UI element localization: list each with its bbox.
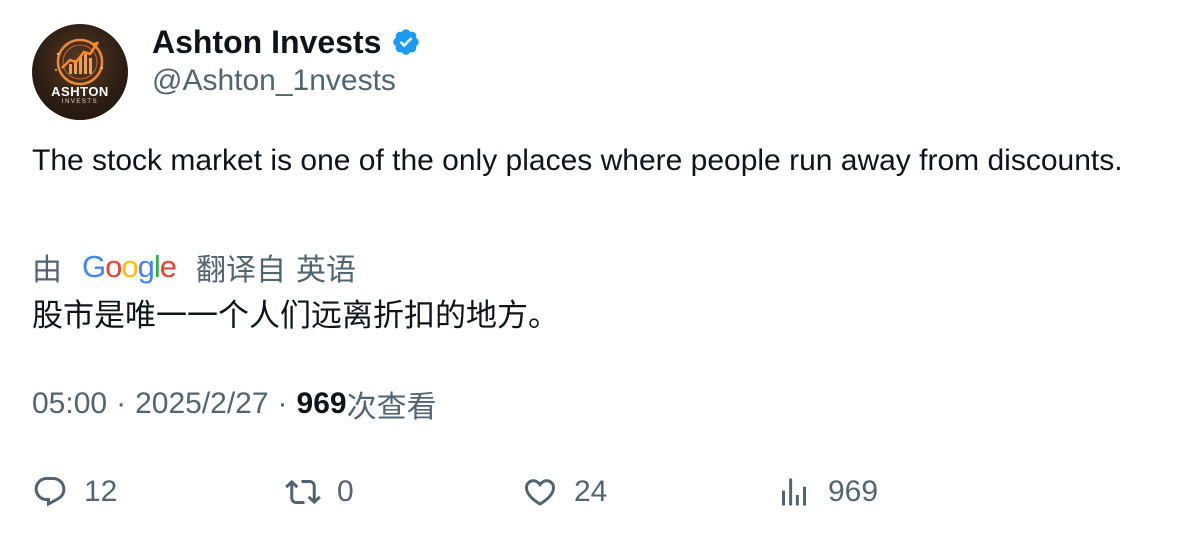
views-count: 969 [296, 387, 347, 420]
translation-source-language: 英语 [296, 253, 357, 288]
verified-badge-icon[interactable] [391, 27, 421, 57]
tweet-meta: 05:00 · 2025/2/27 · 969 次查看 [32, 384, 437, 425]
avatar[interactable]: ASHTON INVESTS [32, 24, 128, 120]
like-icon [524, 479, 556, 506]
tweet-date[interactable]: 2025/2/27 [135, 387, 268, 421]
translation-attribution: 由 Google 翻译自 英语 [32, 244, 356, 290]
author-name-text: Ashton Invests [152, 24, 382, 60]
translation-prefix: 由 [32, 253, 62, 288]
views-button[interactable]: 969 [776, 470, 878, 514]
reply-button[interactable]: 12 [32, 470, 117, 514]
tweet-text: The stock market is one of the only plac… [32, 144, 1123, 177]
author-display-name[interactable]: Ashton Invests [152, 22, 421, 62]
retweet-button[interactable]: 0 [285, 470, 354, 514]
reply-icon [34, 477, 66, 507]
retweet-count: 0 [337, 475, 354, 508]
avatar-logo-text: ASHTON [51, 84, 109, 99]
translation-label: 翻译自 [196, 253, 287, 288]
rising-chart-logo-icon [55, 38, 104, 86]
author-handle[interactable]: @Ashton_1nvests [152, 62, 396, 100]
tweet-card: ASHTON INVESTS Ashton Invests @Ashton_1n… [0, 0, 1196, 538]
avatar-logo-subtext: INVESTS [61, 99, 99, 105]
google-logo[interactable]: Google [82, 249, 177, 285]
views-action-count: 969 [828, 475, 879, 508]
views-label: 次查看 [346, 390, 437, 425]
retweet-icon [285, 479, 321, 505]
meta-separator: · [277, 387, 288, 420]
views-icon [782, 478, 806, 506]
reply-count: 12 [84, 475, 118, 508]
like-count: 24 [574, 475, 608, 508]
like-button[interactable]: 24 [522, 470, 607, 514]
meta-separator: · [116, 387, 127, 420]
tweet-time[interactable]: 05:00 [32, 387, 107, 421]
translated-text: 股市是唯一一个人们远离折扣的地方。 [32, 298, 559, 334]
